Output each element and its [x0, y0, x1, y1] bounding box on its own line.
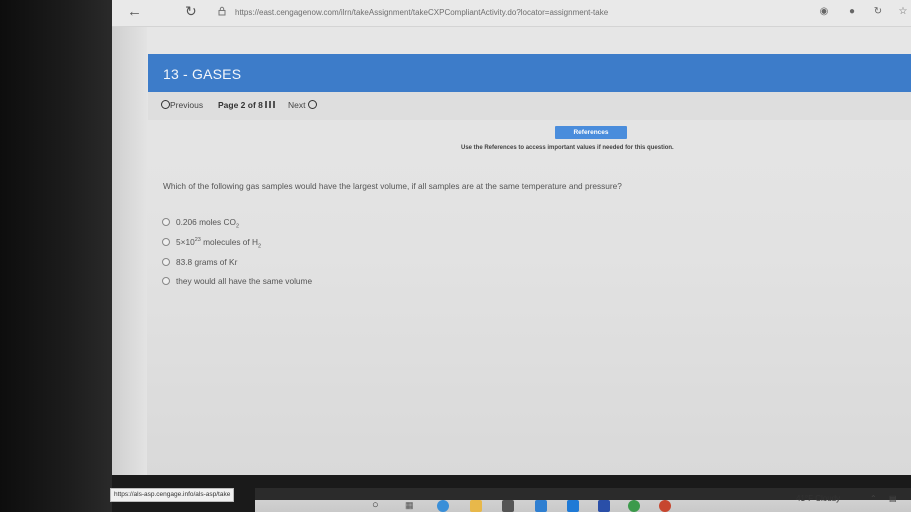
edge-browser-icon[interactable]	[437, 500, 449, 512]
previous-label: Previous	[170, 100, 204, 110]
store-icon[interactable]	[502, 500, 514, 512]
star-icon[interactable]: ☆	[897, 6, 909, 18]
next-label: Next	[288, 100, 306, 110]
option-text: 5×10	[176, 237, 195, 247]
task-view-icon[interactable]: ▦	[405, 500, 417, 512]
weather-widget[interactable]: 41°F Cloudy	[796, 494, 840, 503]
radio-button[interactable]	[162, 277, 170, 285]
option-subscript: 2	[235, 223, 240, 230]
references-note: Use the References to access important v…	[461, 145, 674, 151]
address-bar[interactable]: https://east.cengagenow.com/ilrn/takeAss…	[235, 8, 608, 17]
references-button[interactable]: References	[555, 126, 627, 139]
powerpoint-icon[interactable]	[659, 500, 671, 512]
app2-icon[interactable]	[598, 500, 610, 512]
radio-button[interactable]	[162, 258, 170, 266]
chrome-icon[interactable]	[628, 500, 640, 512]
network-icon[interactable]: ▤	[889, 494, 897, 503]
file-explorer-icon[interactable]	[470, 500, 482, 512]
mail-icon[interactable]	[535, 500, 547, 512]
option-text: 83.8 grams of Kr	[176, 257, 238, 267]
option-subscript: 2	[258, 243, 262, 250]
chevron-up-icon[interactable]: ⌃	[870, 494, 877, 503]
page-label: Page 2 of 8	[218, 100, 263, 110]
answer-option-3[interactable]: 83.8 grams of Kr	[162, 257, 237, 267]
page-grid-icon[interactable]	[265, 101, 276, 108]
previous-circle-icon	[161, 100, 170, 109]
question-text: Which of the following gas samples would…	[163, 181, 622, 191]
refresh-extension-icon[interactable]: ↻	[872, 6, 884, 18]
reload-icon[interactable]: ↻	[185, 3, 197, 20]
assignment-title: 13 - GASES	[163, 66, 242, 82]
option-text: 0.206 moles CO	[176, 217, 236, 227]
status-bar-url: https://als-asp.cengage.info/als-asp/tak…	[110, 488, 235, 502]
previous-button[interactable]: Previous	[161, 100, 203, 110]
shield-icon[interactable]: ●	[846, 6, 858, 18]
lock-icon	[218, 6, 226, 16]
answer-option-2[interactable]: 5×1023 molecules of H2	[162, 237, 261, 250]
next-circle-icon	[307, 100, 317, 109]
extension-icon[interactable]: ◉	[818, 6, 830, 18]
page-margin	[112, 27, 147, 475]
search-icon[interactable]: ○	[372, 499, 384, 511]
assignment-header	[148, 54, 911, 92]
radio-button[interactable]	[162, 218, 170, 226]
radio-button[interactable]	[162, 238, 170, 246]
page-indicator[interactable]: Page 2 of 8	[218, 100, 276, 110]
answer-option-1[interactable]: 0.206 moles CO2	[162, 217, 239, 230]
screen-bezel	[0, 0, 112, 512]
answer-option-4[interactable]: they would all have the same volume	[162, 276, 312, 286]
app-icon[interactable]	[567, 500, 579, 512]
option-text: they would all have the same volume	[176, 276, 313, 286]
option-text-cont: molecules of H	[200, 237, 259, 247]
back-arrow-icon[interactable]: ←	[127, 3, 142, 20]
next-button[interactable]: Next	[288, 100, 317, 110]
